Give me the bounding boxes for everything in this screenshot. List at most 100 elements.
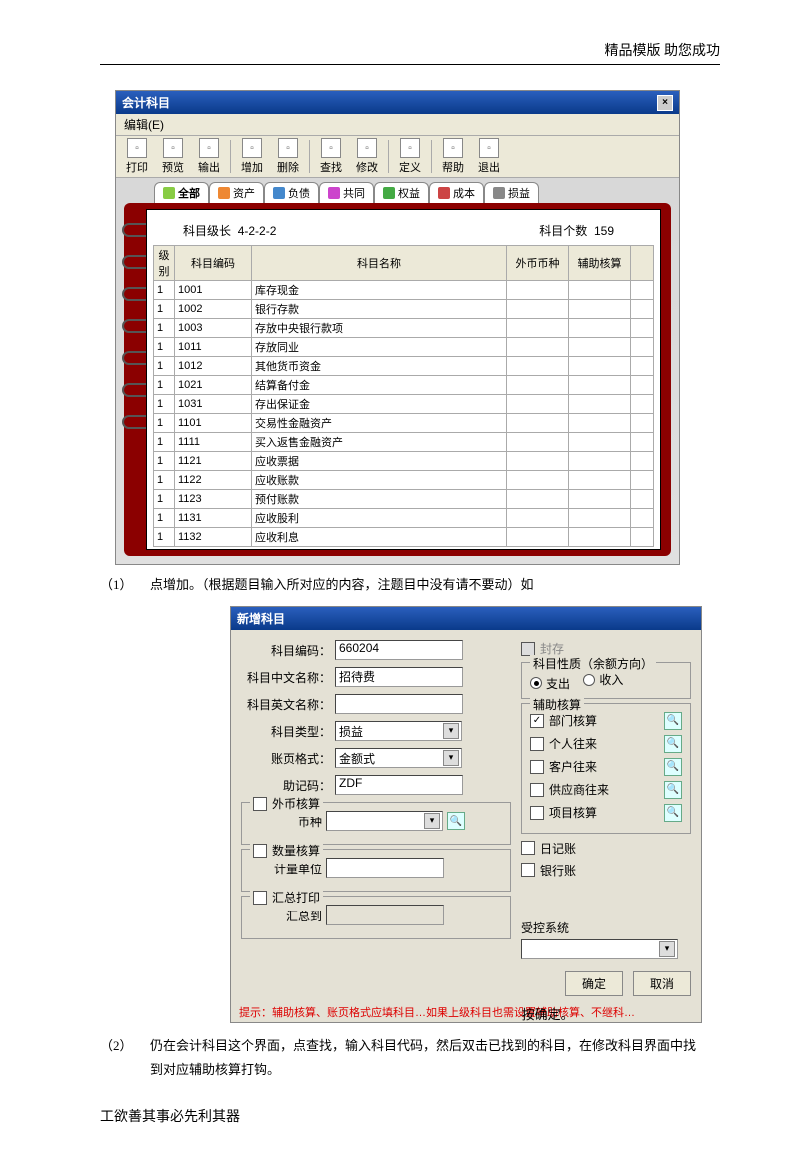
aux-客户往来[interactable]: 客户往来🔍 bbox=[530, 758, 682, 776]
diary-checkbox[interactable] bbox=[521, 841, 535, 855]
table-row[interactable]: 11123预付账款 bbox=[154, 490, 654, 509]
toolbar-修改[interactable]: ▫修改 bbox=[350, 138, 384, 175]
code-input[interactable]: 660204 bbox=[335, 640, 463, 660]
tab-负债[interactable]: 负债 bbox=[264, 182, 319, 203]
aux-项目核算[interactable]: 项目核算🔍 bbox=[530, 804, 682, 822]
table-row[interactable]: 11012其他货币资金 bbox=[154, 357, 654, 376]
tabs: 全部资产负债共同权益成本损益 bbox=[154, 182, 671, 203]
fc-checkbox[interactable] bbox=[253, 797, 267, 811]
table-row[interactable]: 11131应收股利 bbox=[154, 509, 654, 528]
toolbar-icon: ▫ bbox=[278, 138, 298, 158]
close-icon[interactable]: × bbox=[657, 95, 673, 111]
bank-checkbox[interactable] bbox=[521, 863, 535, 877]
tab-损益[interactable]: 损益 bbox=[484, 182, 539, 203]
radio-out[interactable]: 支出 bbox=[530, 675, 570, 692]
search-icon[interactable]: 🔍 bbox=[664, 804, 682, 822]
toolbar-定义[interactable]: ▫定义 bbox=[393, 138, 427, 175]
tab-icon bbox=[493, 187, 505, 199]
toolbar-icon: ▫ bbox=[242, 138, 262, 158]
toolbar-查找[interactable]: ▫查找 bbox=[314, 138, 348, 175]
label-sys: 受控系统 bbox=[521, 919, 691, 936]
mnem-input[interactable]: ZDF bbox=[335, 775, 463, 795]
aux-供应商往来[interactable]: 供应商往来🔍 bbox=[530, 781, 682, 799]
subject-count: 科目个数 159 bbox=[539, 222, 614, 239]
tab-共同[interactable]: 共同 bbox=[319, 182, 374, 203]
toolbar-icon: ▫ bbox=[479, 138, 499, 158]
aux-部门核算[interactable]: ✓部门核算🔍 bbox=[530, 712, 682, 730]
search-icon[interactable]: 🔍 bbox=[664, 758, 682, 776]
search-icon[interactable]: 🔍 bbox=[664, 781, 682, 799]
search-icon[interactable]: 🔍 bbox=[664, 735, 682, 753]
table-row[interactable]: 11002银行存款 bbox=[154, 300, 654, 319]
table-row[interactable]: 11122应收账款 bbox=[154, 471, 654, 490]
sum-checkbox[interactable] bbox=[253, 891, 267, 905]
tab-资产[interactable]: 资产 bbox=[209, 182, 264, 203]
table-row[interactable]: 11011存放同业 bbox=[154, 338, 654, 357]
table-row[interactable]: 11111买入返售金融资产 bbox=[154, 433, 654, 452]
col-aux: 辅助核算 bbox=[569, 246, 631, 281]
col-currency: 外币币种 bbox=[507, 246, 569, 281]
tab-icon bbox=[383, 187, 395, 199]
toolbar-退出[interactable]: ▫退出 bbox=[472, 138, 506, 175]
fc-select[interactable]: ▾ bbox=[326, 811, 443, 831]
tab-icon bbox=[163, 187, 175, 199]
instruction-1: （1）点增加。（根据题目输入所对应的内容，注题目中没有请不要动）如 bbox=[100, 573, 720, 596]
label-ename: 科目英文名称： bbox=[241, 696, 335, 713]
toolbar-帮助[interactable]: ▫帮助 bbox=[436, 138, 470, 175]
checkbox[interactable] bbox=[530, 783, 544, 797]
checkbox[interactable] bbox=[530, 737, 544, 751]
checkbox[interactable] bbox=[530, 760, 544, 774]
search-icon[interactable]: 🔍 bbox=[447, 812, 465, 830]
toolbar-删除[interactable]: ▫删除 bbox=[271, 138, 305, 175]
subjects-table[interactable]: 级别 科目编码 科目名称 外币币种 辅助核算 11001库存现金11002银行存… bbox=[153, 245, 654, 547]
tab-权益[interactable]: 权益 bbox=[374, 182, 429, 203]
table-row[interactable]: 11021结算备付金 bbox=[154, 376, 654, 395]
checkbox[interactable]: ✓ bbox=[530, 714, 544, 728]
radio-in[interactable]: 收入 bbox=[583, 671, 623, 688]
tab-全部[interactable]: 全部 bbox=[154, 182, 209, 203]
search-icon[interactable]: 🔍 bbox=[664, 712, 682, 730]
qty-input[interactable] bbox=[326, 858, 444, 878]
seal-checkbox bbox=[521, 642, 535, 656]
tab-成本[interactable]: 成本 bbox=[429, 182, 484, 203]
cname-input[interactable]: 招待费 bbox=[335, 667, 463, 687]
table-row[interactable]: 11031存出保证金 bbox=[154, 395, 654, 414]
page-select[interactable]: 金额式▾ bbox=[335, 748, 462, 768]
cancel-button[interactable]: 取消 bbox=[633, 971, 691, 996]
table-row[interactable]: 11001库存现金 bbox=[154, 281, 654, 300]
tab-icon bbox=[273, 187, 285, 199]
toolbar-icon: ▫ bbox=[163, 138, 183, 158]
label-cname: 科目中文名称： bbox=[241, 669, 335, 686]
table-row[interactable]: 11101交易性金融资产 bbox=[154, 414, 654, 433]
toolbar-打印[interactable]: ▫打印 bbox=[120, 138, 154, 175]
dialog-title: 新增科目 bbox=[237, 610, 285, 627]
ok-button[interactable]: 确定 bbox=[565, 971, 623, 996]
ename-input[interactable] bbox=[335, 694, 463, 714]
sys-select[interactable]: ▾ bbox=[521, 939, 678, 959]
checkbox[interactable] bbox=[530, 806, 544, 820]
aux-group: 辅助核算 ✓部门核算🔍个人往来🔍客户往来🔍供应商往来🔍项目核算🔍 bbox=[521, 703, 691, 834]
page-footer: 工欲善其事必先利其器 bbox=[100, 1106, 720, 1126]
col-scroll bbox=[631, 246, 654, 281]
add-subject-dialog: 新增科目 科目编码：660204 科目中文名称：招待费 科目英文名称： 科目类型… bbox=[230, 606, 702, 1023]
type-select[interactable]: 损益▾ bbox=[335, 721, 462, 741]
page-header: 精品模版 助您成功 bbox=[100, 40, 720, 65]
toolbar-预览[interactable]: ▫预览 bbox=[156, 138, 190, 175]
table-row[interactable]: 11132应收利息 bbox=[154, 528, 654, 547]
label-type: 科目类型： bbox=[241, 723, 335, 740]
toolbar-输出[interactable]: ▫输出 bbox=[192, 138, 226, 175]
table-row[interactable]: 11003存放中央银行款项 bbox=[154, 319, 654, 338]
toolbar-icon: ▫ bbox=[199, 138, 219, 158]
toolbar: ▫打印▫预览▫输出 ▫增加▫删除 ▫查找▫修改 ▫定义 ▫帮助▫退出 bbox=[116, 136, 679, 178]
label-page: 账页格式： bbox=[241, 750, 335, 767]
toolbar-icon: ▫ bbox=[321, 138, 341, 158]
chevron-down-icon: ▾ bbox=[424, 813, 440, 829]
chevron-down-icon: ▾ bbox=[659, 941, 675, 957]
qty-checkbox[interactable] bbox=[253, 844, 267, 858]
table-row[interactable]: 11121应收票据 bbox=[154, 452, 654, 471]
col-name: 科目名称 bbox=[252, 246, 507, 281]
aux-个人往来[interactable]: 个人往来🔍 bbox=[530, 735, 682, 753]
menu-edit[interactable]: 编辑(E) bbox=[116, 114, 679, 136]
toolbar-增加[interactable]: ▫增加 bbox=[235, 138, 269, 175]
tab-icon bbox=[328, 187, 340, 199]
